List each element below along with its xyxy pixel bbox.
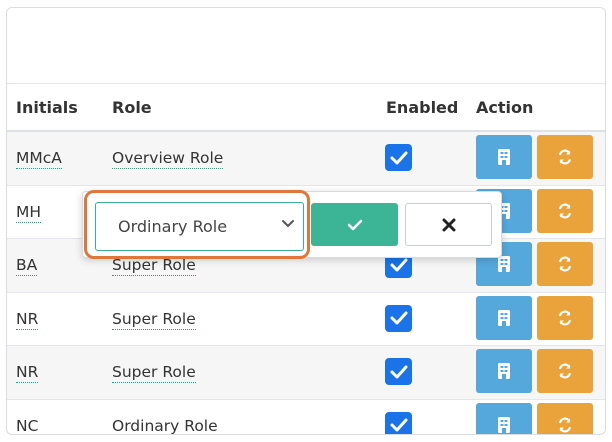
header-initials: Initials xyxy=(16,98,78,117)
check-icon xyxy=(390,258,407,271)
enabled-checkbox[interactable] xyxy=(385,411,412,434)
details-button[interactable] xyxy=(476,349,532,393)
role-cell[interactable]: Super Role xyxy=(112,256,196,276)
initials-cell[interactable]: NR xyxy=(16,363,39,383)
role-cell[interactable]: Super Role xyxy=(112,363,196,383)
table-body: MMcA Overview Role MH BA Super Role NR S… xyxy=(7,132,605,435)
role-cell[interactable]: Super Role xyxy=(112,310,196,330)
refresh-icon xyxy=(558,417,572,432)
reset-button[interactable] xyxy=(537,188,593,233)
check-icon xyxy=(347,219,362,230)
check-icon xyxy=(390,418,407,432)
refresh-icon xyxy=(558,203,572,218)
panel-header-area xyxy=(7,8,605,84)
table-row: NR Super Role xyxy=(7,346,605,400)
initials-cell[interactable]: MH xyxy=(16,203,42,223)
table-row: NC Ordinary Role xyxy=(7,400,605,435)
table-header: Initials Role Enabled Action xyxy=(7,84,605,132)
check-icon xyxy=(390,151,407,164)
enabled-checkbox[interactable] xyxy=(385,304,412,332)
chevron-down-icon xyxy=(282,220,294,228)
role-select-value: Ordinary Role xyxy=(118,217,228,236)
confirm-button[interactable] xyxy=(311,203,398,246)
refresh-icon xyxy=(558,149,572,165)
enabled-checkbox[interactable] xyxy=(385,144,412,171)
header-role: Role xyxy=(112,98,152,117)
initials-cell[interactable]: MMcA xyxy=(16,149,62,169)
header-enabled: Enabled xyxy=(386,98,459,117)
details-button[interactable] xyxy=(476,402,532,434)
enabled-checkbox[interactable] xyxy=(385,358,412,385)
document-icon xyxy=(498,149,510,165)
check-icon xyxy=(390,365,407,378)
reset-button[interactable] xyxy=(537,402,593,434)
role-cell[interactable]: Ordinary Role xyxy=(112,417,218,435)
details-button[interactable] xyxy=(476,295,532,340)
close-icon xyxy=(442,218,455,231)
role-cell[interactable]: Overview Role xyxy=(112,149,224,169)
cancel-button[interactable] xyxy=(405,203,492,246)
initials-cell[interactable]: NC xyxy=(16,417,38,435)
document-icon xyxy=(498,363,510,379)
header-action: Action xyxy=(476,98,534,117)
check-icon xyxy=(390,311,407,325)
table-row: MMcA Overview Role xyxy=(7,132,605,186)
table-row: NR Super Role xyxy=(7,293,605,346)
document-icon xyxy=(498,416,510,433)
refresh-icon xyxy=(558,256,572,272)
refresh-icon xyxy=(558,310,572,325)
refresh-icon xyxy=(558,363,572,379)
reset-button[interactable] xyxy=(537,242,593,286)
role-select[interactable]: Ordinary Role xyxy=(95,202,304,251)
roles-table: Initials Role Enabled Action MMcA Overvi… xyxy=(7,84,605,435)
initials-cell[interactable]: NR xyxy=(16,310,39,330)
reset-button[interactable] xyxy=(537,349,593,393)
details-button[interactable] xyxy=(476,135,532,179)
document-icon xyxy=(498,309,510,326)
reset-button[interactable] xyxy=(537,295,593,340)
initials-cell[interactable]: BA xyxy=(16,256,38,276)
reset-button[interactable] xyxy=(537,135,593,179)
